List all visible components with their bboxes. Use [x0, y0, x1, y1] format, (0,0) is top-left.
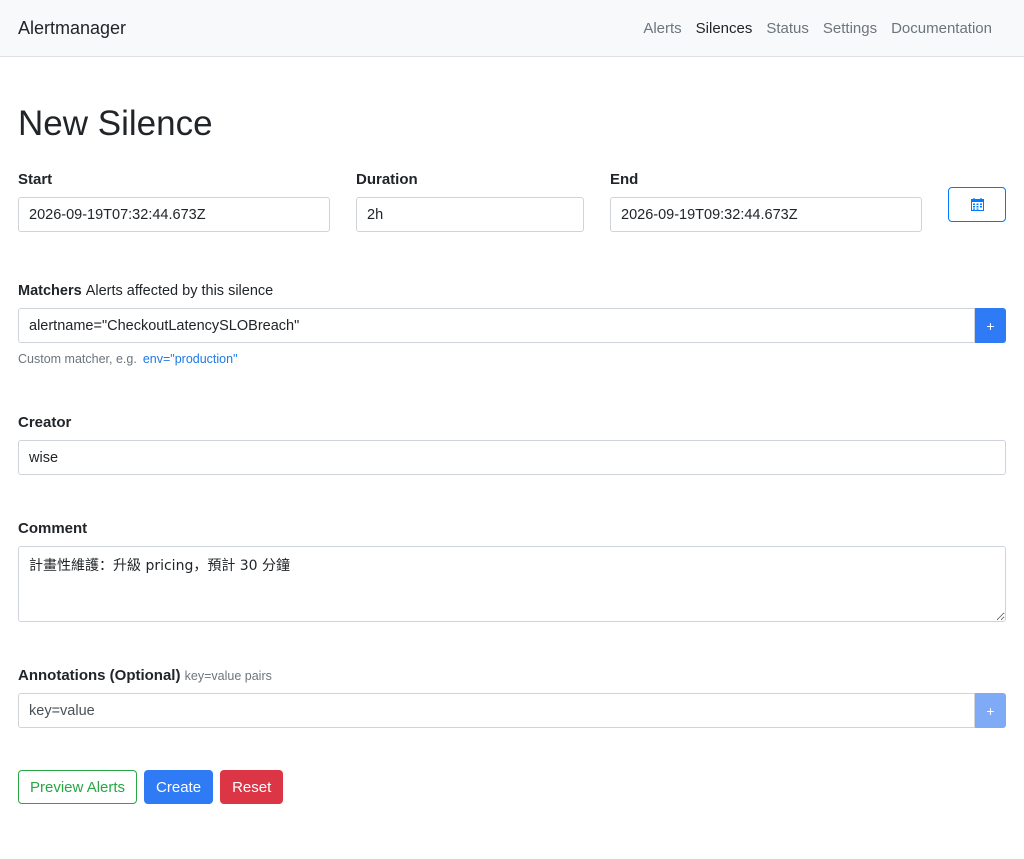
nav-link-settings[interactable]: Settings [816, 20, 884, 37]
reset-button[interactable]: Reset [220, 770, 284, 804]
annotation-input-group: key=value + [18, 693, 1006, 728]
form-actions: Preview Alerts Create Reset [18, 770, 1006, 804]
matcher-input[interactable]: alertname="CheckoutLatencySLOBreach" [18, 308, 975, 343]
nav-link-status[interactable]: Status [759, 20, 816, 37]
matcher-input-group: alertname="CheckoutLatencySLOBreach" + [18, 308, 1006, 343]
matchers-title: Matchers [18, 283, 82, 299]
duration-label: Duration [356, 171, 418, 188]
annotations-title: Annotations (Optional) [18, 667, 181, 684]
calendar-icon [970, 198, 984, 211]
nav-link-alerts[interactable]: Alerts [636, 20, 688, 37]
comment-group: Comment 計畫性維護：升級 pricing，預計 30 分鐘 [18, 519, 1006, 622]
end-label: End [610, 171, 639, 188]
comment-label: Comment [18, 520, 88, 537]
creator-label: Creator [18, 414, 72, 431]
page-title: New Silence [18, 104, 213, 143]
start-field: Start 2026-09-19T07:32:44.673Z [18, 170, 330, 232]
matchers-group: Matchers Alerts affected by this silence… [18, 281, 1006, 366]
annotation-input[interactable]: key=value [18, 693, 975, 728]
nav-links: Alerts Silences Status Settings Document… [636, 20, 1006, 37]
add-matcher-button[interactable]: + [975, 308, 1006, 343]
annotations-group: Annotations (Optional) key=value pairs k… [18, 666, 1006, 728]
duration-input[interactable]: 2h [356, 197, 584, 232]
add-annotation-button[interactable]: + [975, 693, 1006, 728]
main-content: New Silence Start 2026-09-19T07:32:44.67… [0, 103, 1024, 804]
matcher-hint-text: Custom matcher, e.g. [18, 352, 137, 366]
create-button[interactable]: Create [144, 770, 214, 804]
matcher-hint-example[interactable]: env="production" [143, 352, 238, 366]
brand-title[interactable]: Alertmanager [18, 18, 126, 39]
time-fields: Start 2026-09-19T07:32:44.673Z Duration … [18, 170, 1006, 240]
duration-field: Duration 2h [356, 170, 584, 232]
nav-link-documentation[interactable]: Documentation [884, 20, 999, 37]
start-label: Start [18, 171, 53, 188]
creator-group: Creator wise [18, 413, 1006, 475]
annotations-sublabel: key=value pairs [184, 669, 272, 683]
matchers-label: Matchers Alerts affected by this silence [18, 281, 1006, 301]
calendar-button[interactable] [948, 187, 1006, 222]
matcher-hint: Custom matcher, e.g. env="production" [18, 352, 1006, 366]
end-input[interactable]: 2026-09-19T09:32:44.673Z [610, 197, 922, 232]
start-input[interactable]: 2026-09-19T07:32:44.673Z [18, 197, 330, 232]
comment-textarea[interactable]: 計畫性維護：升級 pricing，預計 30 分鐘 [18, 546, 1006, 622]
nav-link-silences[interactable]: Silences [689, 20, 760, 37]
navbar: Alertmanager Alerts Silences Status Sett… [0, 0, 1024, 57]
matchers-sublabel: Alerts affected by this silence [85, 283, 274, 299]
annotations-label: Annotations (Optional) key=value pairs [18, 666, 1006, 686]
preview-alerts-button[interactable]: Preview Alerts [18, 770, 138, 804]
creator-input[interactable]: wise [18, 440, 1006, 475]
end-field: End 2026-09-19T09:32:44.673Z [610, 170, 922, 232]
